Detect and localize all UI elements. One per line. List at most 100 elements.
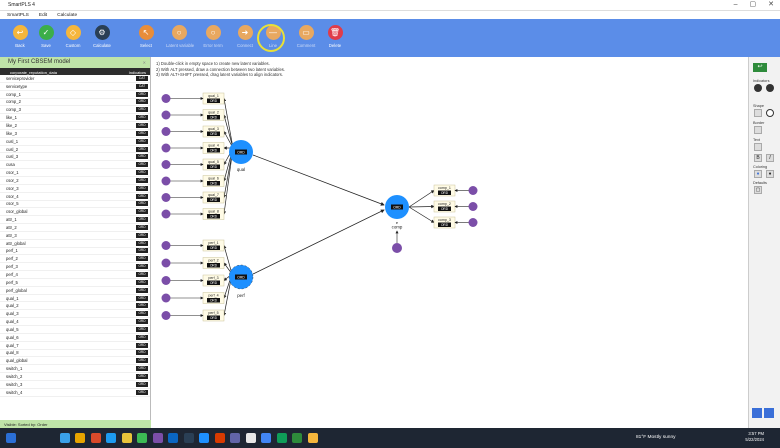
indicator-row[interactable]: cusl_1 ORD — [0, 138, 150, 146]
error-term-circle[interactable] — [161, 293, 171, 303]
text-align-icon[interactable] — [754, 143, 762, 151]
indicator-row[interactable]: attr_1 ORD — [0, 216, 150, 225]
bold-icon[interactable]: B — [754, 154, 762, 162]
comment-button[interactable]: ▭ Comment — [293, 25, 319, 48]
close-icon[interactable]: ✕ — [768, 1, 774, 9]
indicator-row[interactable]: servicetype CAT — [0, 83, 150, 91]
menu-smartpls[interactable]: SmartPLS — [7, 13, 29, 18]
indicator-row[interactable]: qual_7 ORD — [0, 342, 150, 350]
indicator-row[interactable]: perf_5 ORD — [0, 279, 150, 287]
defaults-icon[interactable]: ▢ — [754, 186, 762, 194]
powerpoint-icon[interactable] — [214, 433, 225, 443]
smartpls-icon[interactable] — [183, 433, 194, 443]
error-term-circle[interactable] — [161, 258, 171, 268]
indicator-row[interactable]: cusl_3 ORD — [0, 153, 150, 162]
dataset-row[interactable]: corporate_reputation_data Indicators — [0, 68, 150, 75]
maximize-icon[interactable]: ▢ — [750, 1, 757, 9]
indicator-row[interactable]: csor_2 ORD — [0, 177, 150, 185]
excel-icon[interactable] — [137, 433, 147, 443]
indicator-row[interactable]: perf_3 ORD — [0, 263, 150, 272]
error-term-circle[interactable] — [161, 94, 171, 103]
chrome-2-icon[interactable] — [261, 433, 271, 443]
menu-calculate[interactable]: Calculate — [57, 13, 77, 18]
indicator-row[interactable]: switch_1 ORD — [0, 365, 150, 374]
indicator-row[interactable]: switch_4 ORD — [0, 389, 150, 397]
indicator-row[interactable]: csor_4 ORD — [0, 193, 150, 201]
chrome-icon[interactable] — [90, 433, 101, 443]
magnet-icon[interactable] — [752, 408, 762, 418]
error-term-circle[interactable] — [161, 127, 171, 136]
indicator-row[interactable]: comp_1 ORD — [0, 91, 150, 99]
error-term-circle[interactable] — [161, 193, 171, 202]
error-term-circle[interactable] — [161, 110, 171, 120]
panel-close-icon[interactable]: ✕ — [143, 60, 146, 65]
error-term-circle[interactable] — [468, 186, 478, 195]
indicator-row[interactable]: switch_3 ORD — [0, 381, 150, 389]
search-icon[interactable] — [59, 433, 70, 443]
indicator-row[interactable]: perf_2 ORD — [0, 255, 150, 264]
error-term-circle[interactable] — [161, 209, 171, 219]
indicator-row[interactable]: qual_8 ORD — [0, 350, 150, 358]
save-button[interactable]: ✓ Save — [33, 25, 59, 48]
path-model[interactable]: qual_1ORDqual_2ORDqual_3ORDqual_4ORDqual… — [152, 57, 748, 428]
indicator-row[interactable]: attr_2 ORD — [0, 224, 150, 232]
teams-classic-icon[interactable] — [230, 433, 240, 443]
back-button[interactable]: ↩ — [753, 63, 767, 72]
weather-widget[interactable]: 81°F Mostly sunny — [636, 435, 676, 440]
error-term-circle[interactable] — [161, 143, 171, 153]
folder-icon[interactable] — [121, 433, 132, 443]
indicator-row[interactable]: serviceprovider CAT — [0, 75, 150, 83]
select-button[interactable]: ↖ Select — [133, 25, 159, 48]
indicator-row[interactable]: perf_global ORD — [0, 287, 150, 295]
error-term-circle[interactable] — [161, 311, 171, 320]
back-button[interactable]: ↩ Back — [7, 25, 33, 48]
indicator-row[interactable]: qual_1 ORD — [0, 295, 150, 303]
indicator-row[interactable]: like_1 ORD — [0, 114, 150, 123]
indicator-row[interactable]: csor_5 ORD — [0, 201, 150, 209]
indicator-row[interactable]: csor_1 ORD — [0, 169, 150, 177]
indicator-row[interactable]: attr_3 ORD — [0, 232, 150, 240]
indicator-row[interactable]: qual_6 ORD — [0, 334, 150, 342]
indicator-row[interactable]: comp_3 ORD — [0, 106, 150, 115]
error-term-circle[interactable] — [161, 241, 171, 250]
indicator-row[interactable]: perf_1 ORD — [0, 248, 150, 256]
sheets-icon[interactable] — [276, 433, 287, 443]
error-term-circle[interactable] — [161, 276, 171, 285]
pen-icon[interactable] — [764, 408, 774, 418]
indicator-left-icon[interactable] — [754, 84, 762, 92]
indicator-right-icon[interactable] — [766, 84, 774, 92]
indicator-row[interactable]: qual_4 ORD — [0, 318, 150, 326]
outlook-icon[interactable] — [199, 433, 209, 443]
teams-icon[interactable] — [152, 433, 163, 443]
custom-button[interactable]: ◇ Custom — [60, 25, 86, 48]
smartpls-active-icon[interactable] — [292, 433, 302, 443]
error-term-circle[interactable] — [161, 160, 171, 169]
italic-icon[interactable]: I — [766, 154, 774, 162]
error-term-circle[interactable] — [468, 218, 478, 227]
error-term-circle[interactable] — [468, 202, 478, 211]
indicator-row[interactable]: switch_2 ORD — [0, 373, 150, 381]
indicator-row[interactable]: csor_3 ORD — [0, 185, 150, 193]
error-term-button[interactable]: ○ Error term — [200, 25, 226, 48]
indicator-row[interactable]: cusl_2 ORD — [0, 146, 150, 154]
indicator-row[interactable]: qual_global ORD — [0, 357, 150, 366]
indicator-row[interactable]: qual_2 ORD — [0, 302, 150, 311]
explorer-icon[interactable] — [307, 433, 318, 443]
line-color-icon[interactable]: ♦ — [766, 170, 774, 178]
border-icon[interactable] — [754, 126, 762, 134]
shape-square-icon[interactable] — [754, 109, 762, 117]
files-icon[interactable] — [75, 433, 85, 443]
shape-circle-icon[interactable] — [766, 109, 774, 117]
start-icon[interactable] — [6, 433, 16, 443]
fill-color-icon[interactable]: ♦ — [754, 170, 762, 178]
connect-button[interactable]: ➜ Connect — [232, 25, 258, 48]
notepad-icon[interactable] — [245, 433, 256, 443]
indicator-row[interactable]: comp_2 ORD — [0, 99, 150, 107]
indicator-row[interactable]: csor_global ORD — [0, 208, 150, 217]
indicator-row[interactable]: like_2 ORD — [0, 122, 150, 130]
indicator-row[interactable]: perf_4 ORD — [0, 271, 150, 279]
latent-variable-button[interactable]: ○ Latent variable — [166, 25, 194, 48]
delete-button[interactable]: 🗑 Delete — [322, 25, 348, 48]
calculate-button[interactable]: ⚙ Calculate — [89, 25, 115, 48]
error-term-circle[interactable] — [161, 176, 171, 186]
